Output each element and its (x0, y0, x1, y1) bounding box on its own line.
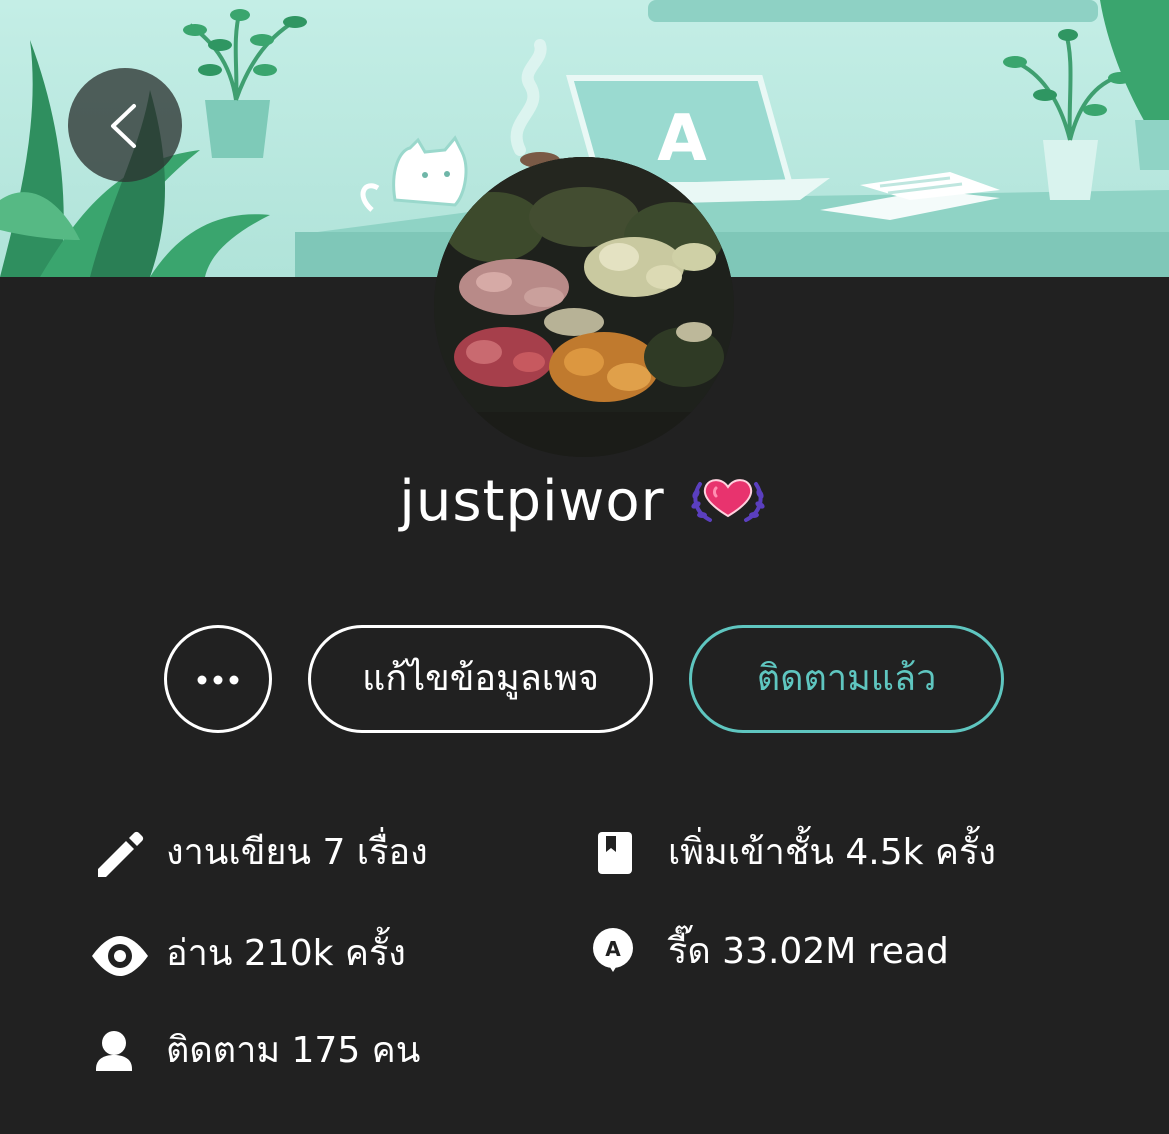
avatar-flowers-image (434, 157, 734, 457)
heart-laurel-badge-icon (686, 472, 770, 524)
username-row: justpiwor (0, 462, 1169, 542)
back-button[interactable] (68, 68, 182, 182)
stat-works-label: งานเขียน 7 เรื่อง (166, 832, 428, 873)
readawrite-coin-icon: A (593, 928, 633, 972)
profile-avatar[interactable] (434, 157, 734, 457)
wall-shelf (648, 0, 1098, 22)
stat-library-adds-label: เพิ่มเข้าชั้น 4.5k ครั้ง (668, 832, 996, 873)
more-options-button[interactable] (164, 625, 272, 733)
stat-followers-label: ติดตาม 175 คน (166, 1030, 421, 1071)
username: justpiwor (399, 469, 665, 534)
bookmark-book-icon (598, 832, 632, 874)
laptop-logo: A (657, 102, 707, 176)
ellipsis-icon (197, 675, 239, 685)
coin-letter: A (605, 937, 621, 961)
eye-icon (92, 936, 148, 976)
stat-coins-label: รี๊ด 33.02M read (668, 931, 949, 972)
following-button[interactable]: ติดตามแล้ว (689, 625, 1004, 733)
edit-page-info-button[interactable]: แก้ไขข้อมูลเพจ (308, 625, 653, 733)
stat-reads-label: อ่าน 210k ครั้ง (166, 933, 406, 974)
user-icon (96, 1031, 132, 1071)
chevron-left-icon (111, 104, 136, 148)
pencil-icon (98, 831, 144, 877)
